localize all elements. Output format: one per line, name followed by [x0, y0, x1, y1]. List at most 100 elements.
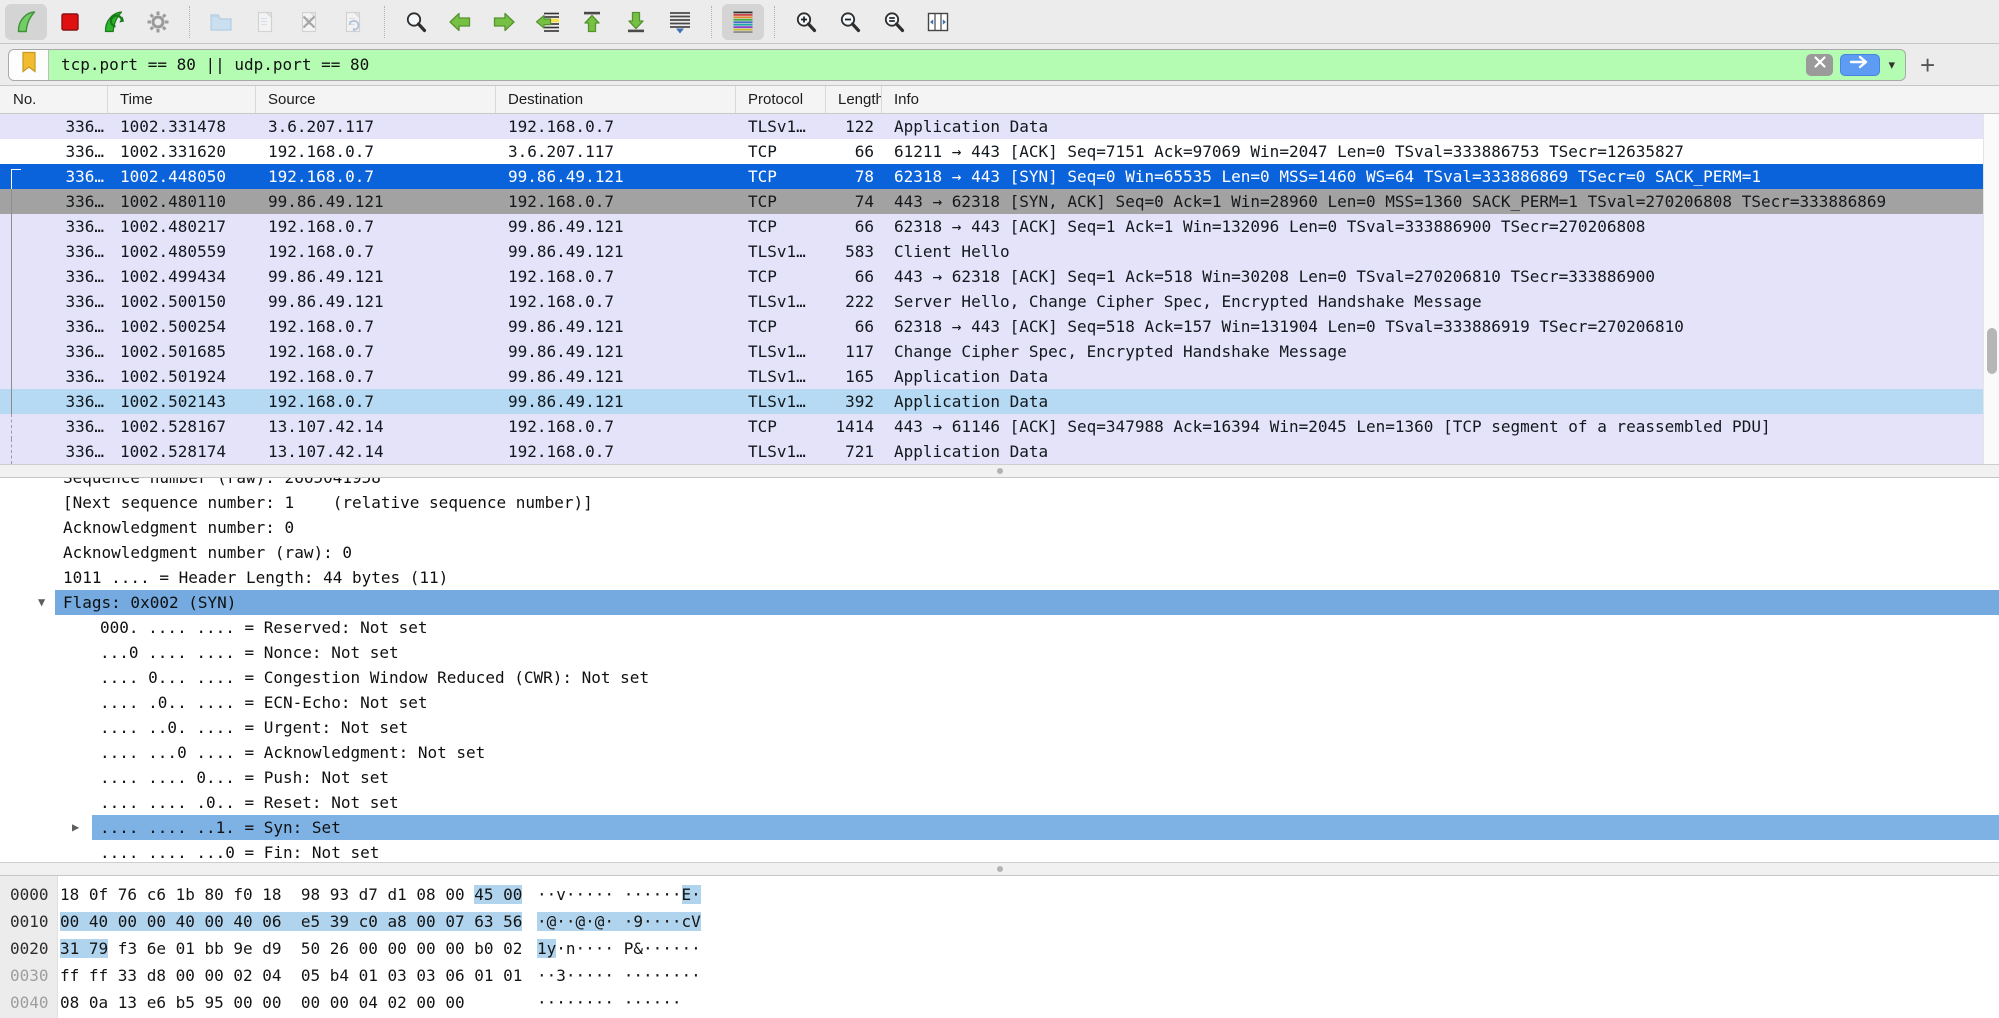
hex-bytes[interactable]: 08 0a 13 e6 b5 95 00 00 00 00 04 02 00 0… — [60, 993, 465, 1012]
hex-bytes[interactable]: 31 79 f3 6e 01 bb 9e d9 50 26 00 00 00 0… — [60, 939, 522, 958]
column-header-length[interactable]: Length — [826, 86, 882, 113]
column-header-protocol[interactable]: Protocol — [736, 86, 826, 113]
detail-line[interactable]: .... .0.. .... = ECN-Echo: Not set — [0, 690, 1999, 715]
x-icon — [1813, 55, 1827, 74]
restart-capture-button[interactable] — [93, 4, 135, 40]
detail-text: .... .... .0.. = Reset: Not set — [92, 790, 1999, 815]
filter-dropdown-button[interactable]: ▾ — [1888, 57, 1895, 73]
hex-row[interactable]: 000018 0f 76 c6 1b 80 f0 18 98 93 d7 d1 … — [0, 881, 1999, 908]
go-first-packet-button[interactable] — [571, 4, 613, 40]
go-to-packet-button[interactable] — [527, 4, 569, 40]
start-capture-button[interactable] — [5, 4, 47, 40]
packet-row[interactable]: 336…1002.501685192.168.0.799.86.49.121TL… — [0, 339, 1999, 364]
detail-line[interactable]: Acknowledgment number (raw): 0 — [0, 540, 1999, 565]
stop-capture-button[interactable] — [49, 4, 91, 40]
display-filter-field[interactable]: tcp.port == 80 || udp.port == 80 ▾ — [8, 49, 1906, 81]
hex-ascii[interactable]: ·@··@·@· ·9····cV — [537, 908, 701, 935]
auto-scroll-button[interactable] — [659, 4, 701, 40]
packet-row[interactable]: 336…1002.52817413.107.42.14192.168.0.7TL… — [0, 439, 1999, 464]
zoom-in-icon — [793, 9, 819, 35]
packet-row[interactable]: 336…1002.448050192.168.0.799.86.49.121TC… — [0, 164, 1999, 189]
cell-info: Change Cipher Spec, Encrypted Handshake … — [882, 339, 1999, 364]
zoom-original-button[interactable] — [873, 4, 915, 40]
colorize-button[interactable] — [722, 4, 764, 40]
detail-text: Acknowledgment number (raw): 0 — [55, 540, 1999, 565]
hex-bytes[interactable]: 00 40 00 00 40 00 40 06 e5 39 c0 a8 00 0… — [60, 912, 522, 931]
zoom-out-button[interactable] — [829, 4, 871, 40]
packet-list-scrollbar[interactable] — [1983, 114, 1999, 464]
packet-row[interactable]: 336…1002.502143192.168.0.799.86.49.121TL… — [0, 389, 1999, 414]
detail-line[interactable]: .... .... ...0 = Fin: Not set — [0, 840, 1999, 862]
filter-apply-button[interactable] — [1840, 54, 1880, 76]
detail-line[interactable]: .... .... .0.. = Reset: Not set — [0, 790, 1999, 815]
hex-bytes[interactable]: ff ff 33 d8 00 00 02 04 05 b4 01 03 03 0… — [60, 966, 522, 985]
packet-row[interactable]: 336…1002.48011099.86.49.121192.168.0.7TC… — [0, 189, 1999, 214]
detail-line[interactable]: ...0 .... .... = Nonce: Not set — [0, 640, 1999, 665]
hex-ascii[interactable]: ········ ······ — [537, 989, 682, 1016]
packet-row[interactable]: 336…1002.3314783.6.207.117192.168.0.7TLS… — [0, 114, 1999, 139]
detail-line[interactable]: [Next sequence number: 1 (relative seque… — [0, 490, 1999, 515]
cell-dst: 3.6.207.117 — [496, 139, 736, 164]
expand-arrow-icon[interactable]: ▼ — [38, 590, 45, 615]
cell-dst: 99.86.49.121 — [496, 214, 736, 239]
filter-add-button[interactable]: + — [1920, 55, 1935, 75]
detail-line[interactable]: 000. .... .... = Reserved: Not set — [0, 615, 1999, 640]
column-header-info[interactable]: Info — [882, 86, 1999, 113]
colorize-icon — [730, 9, 756, 35]
packet-row[interactable]: 336…1002.49943499.86.49.121192.168.0.7TC… — [0, 264, 1999, 289]
cell-dst: 192.168.0.7 — [496, 439, 736, 464]
find-packet-button[interactable] — [395, 4, 437, 40]
hex-ascii[interactable]: 1y·n···· P&······ — [537, 935, 701, 962]
collapse-arrow-icon[interactable]: ▶ — [72, 815, 79, 840]
go-back-button[interactable] — [439, 4, 481, 40]
packet-row[interactable]: 336…1002.52816713.107.42.14192.168.0.7TC… — [0, 414, 1999, 439]
hex-row[interactable]: 0030 ff ff 33 d8 00 00 02 04 05 b4 01 03 … — [0, 962, 1999, 989]
hex-ascii[interactable]: ··v····· ······E· — [537, 881, 701, 908]
details-hex-splitter[interactable] — [0, 862, 1999, 876]
detail-line[interactable]: .... .... 0... = Push: Not set — [0, 765, 1999, 790]
detail-line[interactable]: .... ...0 .... = Acknowledgment: Not set — [0, 740, 1999, 765]
packet-row[interactable]: 336…1002.331620192.168.0.73.6.207.117TCP… — [0, 139, 1999, 164]
cell-proto: TLSv1… — [736, 439, 826, 464]
column-header-no[interactable]: No. — [0, 86, 108, 113]
cell-time: 1002.480559 — [108, 239, 256, 264]
cell-no: 336… — [0, 264, 108, 289]
detail-line[interactable]: ▶.... .... ..1. = Syn: Set — [0, 815, 1999, 840]
packet-row[interactable]: 336…1002.501924192.168.0.799.86.49.121TL… — [0, 364, 1999, 389]
column-header-time[interactable]: Time — [108, 86, 256, 113]
packet-row[interactable]: 336…1002.480217192.168.0.799.86.49.121TC… — [0, 214, 1999, 239]
detail-line[interactable]: ▼Flags: 0x002 (SYN) — [0, 590, 1999, 615]
hex-offset: 0030 — [0, 962, 46, 989]
hex-row[interactable]: 002031 79 f3 6e 01 bb 9e d9 50 26 00 00 … — [0, 935, 1999, 962]
packet-row[interactable]: 336…1002.50015099.86.49.121192.168.0.7TL… — [0, 289, 1999, 314]
list-details-splitter[interactable] — [0, 464, 1999, 478]
scrollbar-thumb[interactable] — [1987, 328, 1997, 374]
go-last-packet-button[interactable] — [615, 4, 657, 40]
cell-src: 192.168.0.7 — [256, 364, 496, 389]
filter-input[interactable]: tcp.port == 80 || udp.port == 80 — [49, 55, 1806, 74]
cell-no: 336… — [0, 189, 108, 214]
detail-line[interactable]: Sequence number (raw): 2665041958 — [0, 478, 1999, 490]
packet-row[interactable]: 336…1002.480559192.168.0.799.86.49.121TL… — [0, 239, 1999, 264]
detail-line[interactable]: .... ..0. .... = Urgent: Not set — [0, 715, 1999, 740]
hex-bytes[interactable]: 18 0f 76 c6 1b 80 f0 18 98 93 d7 d1 08 0… — [60, 885, 522, 904]
go-forward-button[interactable] — [483, 4, 525, 40]
cell-time: 1002.502143 — [108, 389, 256, 414]
detail-line[interactable]: 1011 .... = Header Length: 44 bytes (11) — [0, 565, 1999, 590]
detail-line[interactable]: Acknowledgment number: 0 — [0, 515, 1999, 540]
cell-time: 1002.331620 — [108, 139, 256, 164]
filter-bookmark-button[interactable] — [9, 50, 49, 80]
column-header-destination[interactable]: Destination — [496, 86, 736, 113]
hex-row[interactable]: 004008 0a 13 e6 b5 95 00 00 00 00 04 02 … — [0, 989, 1999, 1016]
column-header-source[interactable]: Source — [256, 86, 496, 113]
hex-ascii[interactable]: ··3····· ········ — [537, 962, 701, 989]
filter-clear-button[interactable] — [1806, 54, 1833, 76]
packet-row[interactable]: 336…1002.500254192.168.0.799.86.49.121TC… — [0, 314, 1999, 339]
resize-columns-button[interactable] — [917, 4, 959, 40]
detail-line[interactable]: .... 0... .... = Congestion Window Reduc… — [0, 665, 1999, 690]
go-to-packet-icon — [535, 9, 561, 35]
cell-len: 66 — [826, 264, 882, 289]
hex-row[interactable]: 001000 40 00 00 40 00 40 06 e5 39 c0 a8 … — [0, 908, 1999, 935]
zoom-in-button[interactable] — [785, 4, 827, 40]
capture-options-button[interactable] — [137, 4, 179, 40]
